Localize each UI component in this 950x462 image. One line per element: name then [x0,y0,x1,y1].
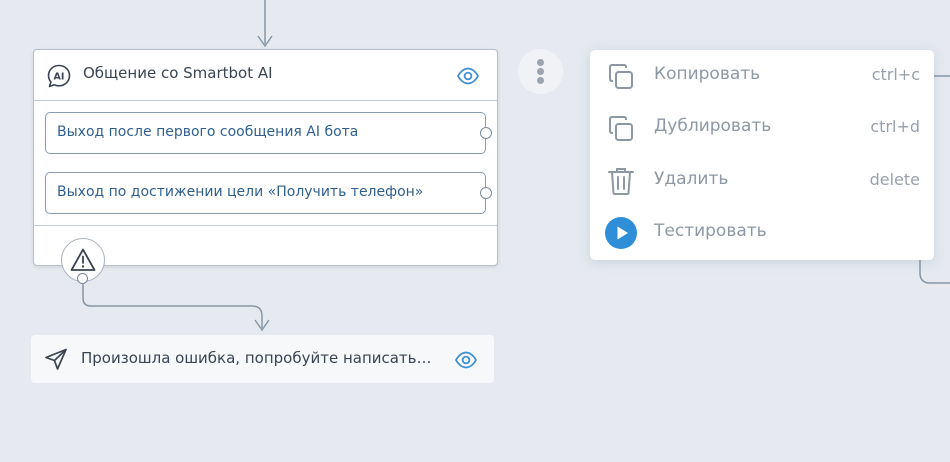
send-icon [45,348,67,370]
node-footer-divider [34,225,497,226]
eye-icon[interactable] [454,348,478,372]
copy-icon [609,64,633,89]
trash-icon [608,168,634,195]
menu-item-label: Тестировать [654,221,767,241]
menu-item-delete[interactable]: Удалить delete [590,155,934,207]
more-dot [537,77,544,84]
menu-item-label: Удалить [654,169,729,189]
exit-goal-get-phone[interactable]: Выход по достижении цели «Получить телеф… [45,172,492,214]
ai-node-header[interactable]: AI Общение со Smartbot AI [34,50,497,101]
message-node[interactable]: Произошла ошибка, попробуйте написать… [31,335,494,383]
ai-node-title: Общение со Smartbot AI [83,64,273,82]
menu-item-label: Копировать [654,64,761,84]
menu-item-shortcut: ctrl+c [871,65,920,84]
eye-icon[interactable] [456,64,480,88]
menu-item-copy[interactable]: Копировать ctrl+c [590,50,934,102]
warning-icon [70,248,96,271]
menu-item-shortcut: delete [869,170,920,189]
menu-item-test[interactable]: Тестировать [590,207,934,259]
more-dot [537,59,544,66]
more-dot [537,68,544,75]
menu-item-label: Дублировать [654,116,772,136]
ai-chat-node[interactable]: AI Общение со Smartbot AI Выход после пе… [33,49,498,266]
error-connector [82,283,263,328]
exit-port[interactable] [480,187,492,199]
duplicate-icon [609,116,633,141]
exit-label: Выход по достижении цели «Получить телеф… [57,184,424,200]
context-menu: Копировать ctrl+c Дублировать ctrl+d Уда… [590,50,934,260]
menu-item-duplicate[interactable]: Дублировать ctrl+d [590,102,934,154]
menu-item-shortcut: ctrl+d [870,117,920,136]
svg-text:AI: AI [54,71,65,82]
exit-label: Выход после первого сообщения AI бота [57,124,359,140]
message-node-title: Произошла ошибка, попробуйте написать… [81,349,432,367]
right-connector [919,258,950,284]
exit-after-first-message[interactable]: Выход после первого сообщения AI бота [45,112,492,154]
exit-port[interactable] [480,127,492,139]
play-icon [605,217,637,249]
more-options-button[interactable] [518,49,563,94]
error-exit-port[interactable] [77,273,88,284]
ai-chat-icon: AI [47,64,71,88]
